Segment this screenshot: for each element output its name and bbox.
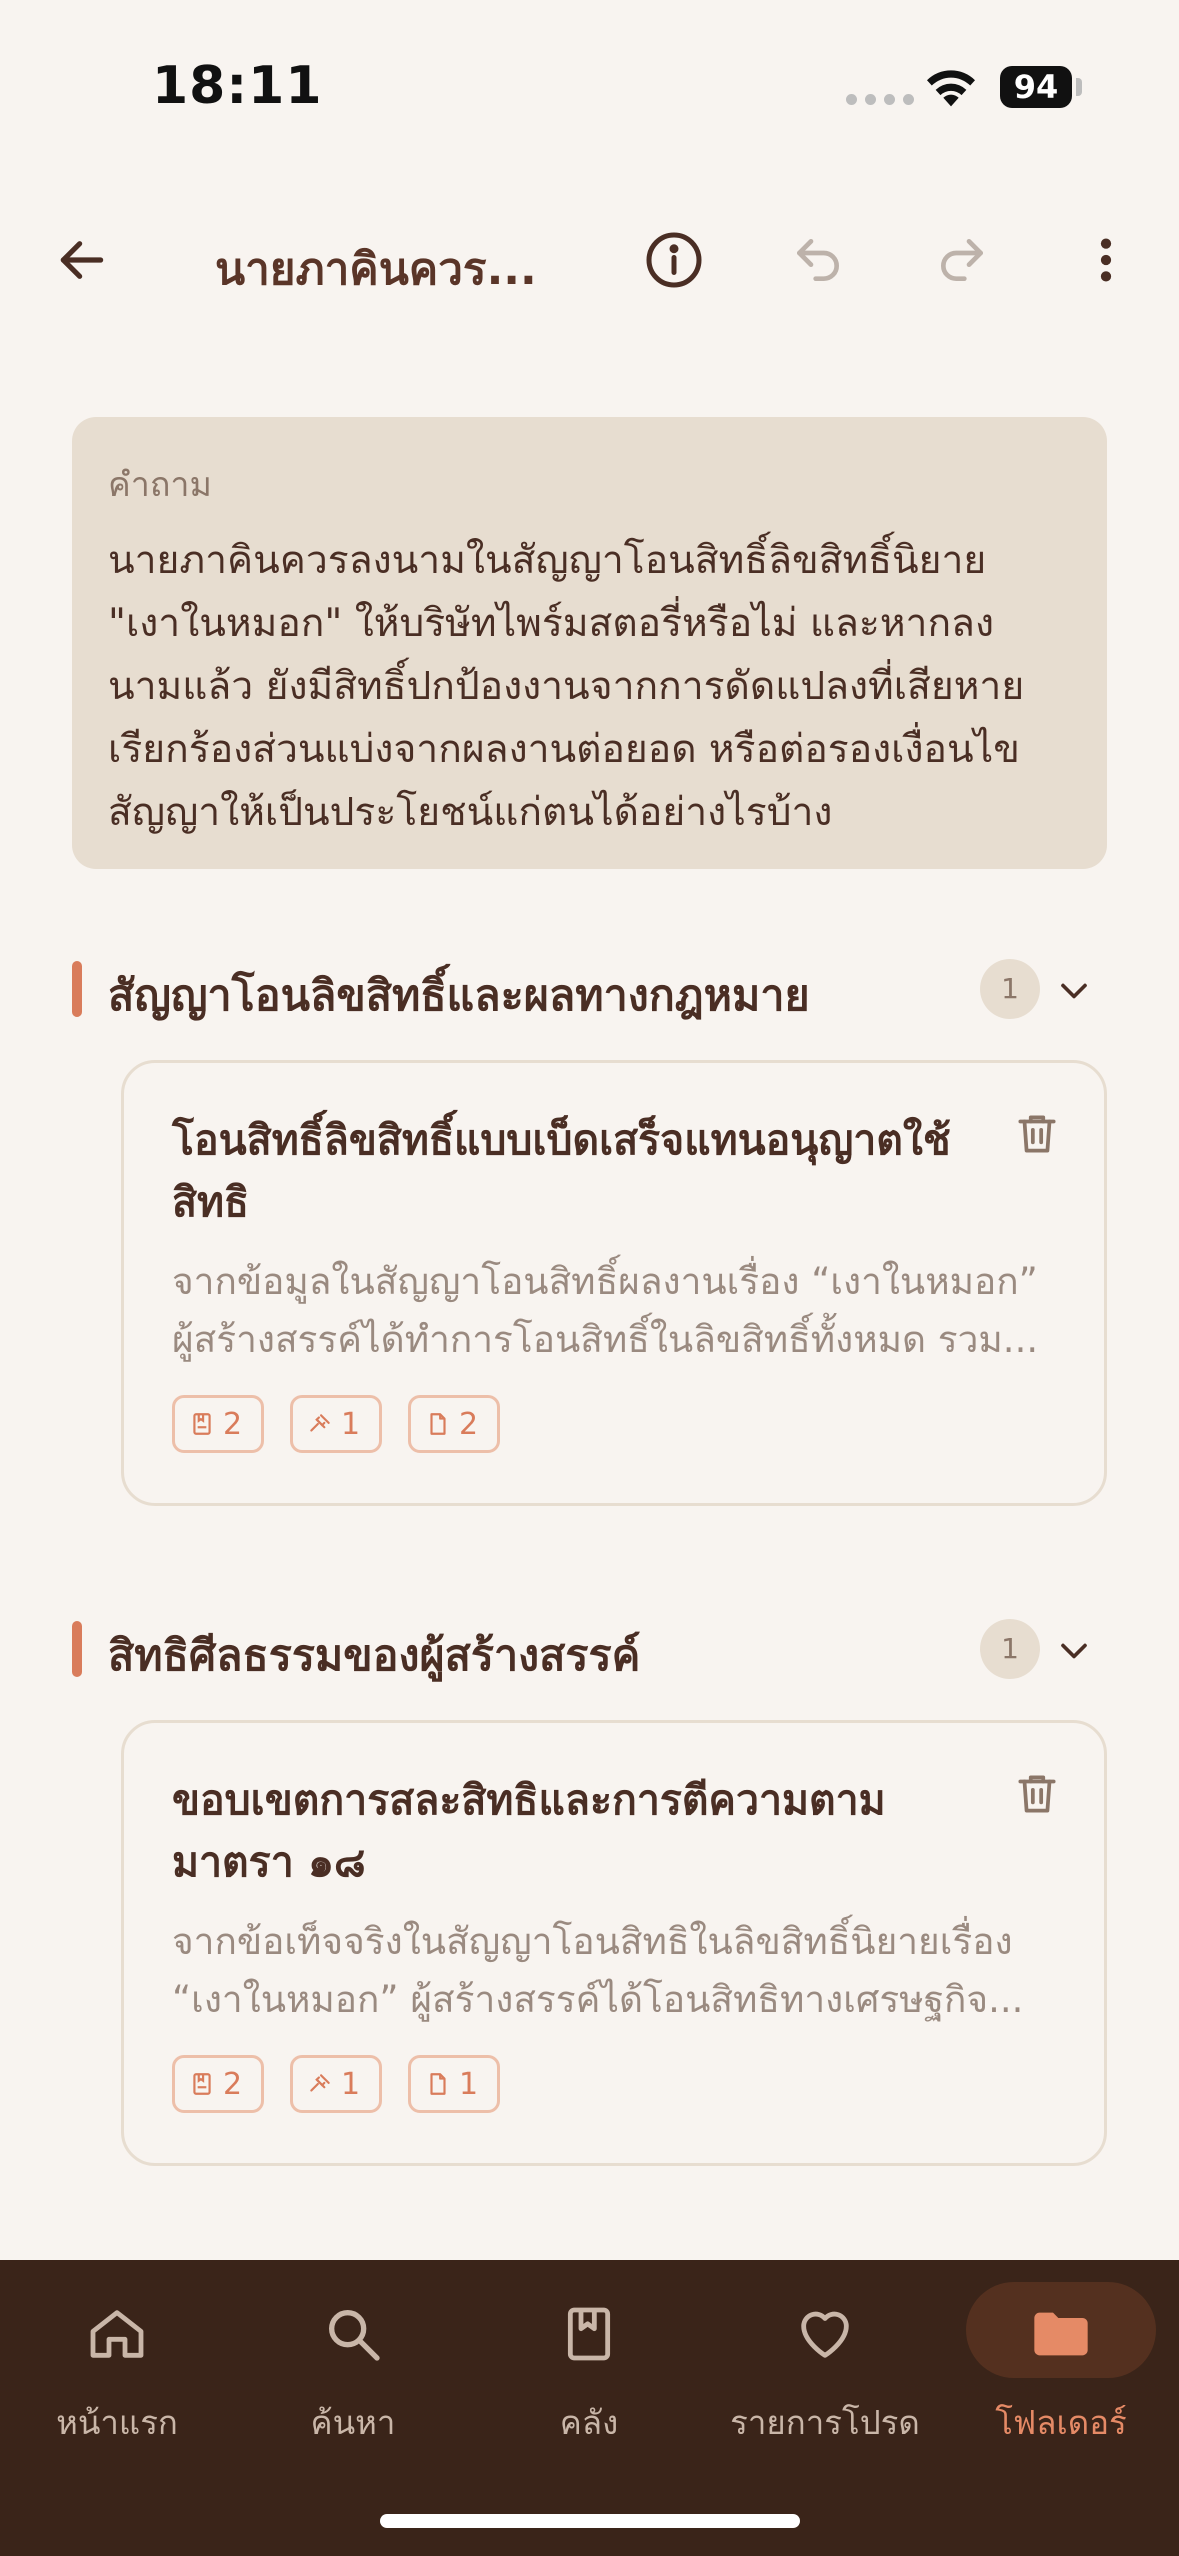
- search-icon: [329, 2310, 380, 2361]
- ruling-chip: 1: [290, 2055, 382, 2113]
- redo-icon: [941, 239, 983, 281]
- question-line: สัญญาให้เป็นประโยชน์แก่ตนได้อย่างไรบ้าง: [108, 790, 833, 835]
- chip-count: 1: [341, 1406, 361, 1442]
- question-line: เรียกร้องส่วนแบ่งจากผลงานต่อยอด หรือต่อร…: [108, 727, 1020, 772]
- gavel-icon: [310, 1414, 330, 1432]
- nav-item-library[interactable]: คลัง: [474, 2260, 704, 2460]
- status-time: 18:11: [152, 56, 323, 116]
- status-bar: 18:11 94: [0, 0, 1179, 160]
- question-line: "เงาในหมอก" ให้บริษัทไพร์มสตอรี่หรือไม่ …: [108, 601, 994, 646]
- card-title: โอนสิทธิ์ลิขสิทธิ์แบบเบ็ดเสร็จแทนอนุญาตใ…: [172, 1109, 1002, 1233]
- section-count-badge: 1: [980, 959, 1040, 1019]
- page-title: นายภาคินควร...: [215, 244, 537, 295]
- book-icon: [193, 1413, 211, 1435]
- question-line: นายภาคินควรลงนามในสัญญาโอนสิทธิ์ลิขสิทธิ…: [108, 538, 987, 583]
- gavel-icon: [310, 2074, 330, 2092]
- top-app-bar: นายภาคินควร...: [0, 200, 1179, 320]
- section-header-contract[interactable]: สัญญาโอนลิขสิทธิ์และผลทางกฎหมาย 1: [72, 955, 1107, 1025]
- nav-label: โฟลเดอร์: [995, 2403, 1127, 2442]
- card-title-line: สิทธิ: [172, 1178, 250, 1226]
- cellular-signal-icon: [846, 94, 914, 105]
- heart-icon: [801, 2311, 849, 2358]
- card-title-line: ขอบเขตการสละสิทธิและการตีความตาม: [172, 1776, 886, 1824]
- more-vertical-icon: [1100, 238, 1112, 282]
- question-text: นายภาคินควรลงนามในสัญญาโอนสิทธิ์ลิขสิทธิ…: [108, 529, 1071, 844]
- trash-icon[interactable]: [1012, 1109, 1062, 1159]
- folder-icon: [1034, 2312, 1088, 2356]
- nav-label: หน้าแรก: [56, 2403, 178, 2442]
- chip-count: 2: [223, 1406, 243, 1442]
- card-title-line: มาตรา ๑๘: [172, 1838, 366, 1886]
- document-chip: 1: [408, 2055, 500, 2113]
- info-button[interactable]: [626, 212, 722, 308]
- card-description: จากข้อเท็จจริงในสัญญาโอนสิทธิในลิขสิทธิ์…: [172, 1913, 1072, 2029]
- bottom-navigation: หน้าแรก ค้นหา คลัง รายการโปรด โฟลเดอร์: [0, 2260, 1179, 2556]
- section-title: สัญญาโอนลิขสิทธิ์และผลทางกฎหมาย: [108, 971, 810, 1021]
- chip-count: 2: [459, 1406, 479, 1442]
- undo-button[interactable]: [770, 212, 866, 308]
- law-book-chip: 2: [172, 1395, 264, 1453]
- document-icon: [430, 2073, 446, 2095]
- battery-tip: [1076, 78, 1082, 96]
- home-icon: [90, 2310, 144, 2358]
- chevron-down-icon[interactable]: [1052, 1629, 1096, 1673]
- question-card: คำถาม นายภาคินควรลงนามในสัญญาโอนสิทธิ์ลิ…: [72, 417, 1107, 869]
- section-header-moral-rights[interactable]: สิทธิศีลธรรมของผู้สร้างสรรค์ 1: [72, 1615, 1107, 1685]
- card-title: ขอบเขตการสละสิทธิและการตีความตาม มาตรา ๑…: [172, 1769, 1002, 1893]
- wifi-icon: [927, 70, 975, 107]
- nav-label: รายการโปรด: [730, 2403, 920, 2442]
- undo-icon: [797, 239, 839, 281]
- card-description-line: ผู้สร้างสรรค์ได้ทำการโอนสิทธิ์ในลิขสิทธิ…: [172, 1318, 1039, 1361]
- issue-card[interactable]: ขอบเขตการสละสิทธิและการตีความตาม มาตรา ๑…: [121, 1720, 1107, 2166]
- info-icon: [646, 232, 702, 288]
- home-indicator[interactable]: [380, 2514, 800, 2528]
- bookmark-book-icon: [567, 2307, 611, 2361]
- section-accent-bar: [72, 1621, 82, 1677]
- more-options-button[interactable]: [1058, 212, 1154, 308]
- nav-item-home[interactable]: หน้าแรก: [2, 2260, 232, 2460]
- back-button[interactable]: [34, 212, 130, 308]
- card-description-line: จากข้อมูลในสัญญาโอนสิทธิ์ผลงานเรื่อง “เง…: [172, 1260, 1038, 1303]
- trash-icon[interactable]: [1012, 1769, 1062, 1819]
- chevron-down-icon[interactable]: [1052, 969, 1096, 1013]
- arrow-left-icon: [60, 241, 104, 279]
- question-line: นามแล้ว ยังมีสิทธิ์ปกป้องงานจากการดัดแปล…: [108, 664, 1025, 709]
- section-title: สิทธิศีลธรรมของผู้สร้างสรรค์: [108, 1631, 641, 1681]
- nav-item-folders[interactable]: โฟลเดอร์: [946, 2260, 1176, 2460]
- book-icon: [193, 2073, 211, 2095]
- question-label: คำถาม: [108, 465, 212, 505]
- section-accent-bar: [72, 961, 82, 1017]
- ruling-chip: 1: [290, 1395, 382, 1453]
- card-chips: 2 1 1: [172, 2055, 500, 2113]
- battery-indicator: 94: [1000, 66, 1072, 108]
- section-count-badge: 1: [980, 1619, 1040, 1679]
- chip-count: 1: [459, 2066, 479, 2102]
- card-title-line: โอนสิทธิ์ลิขสิทธิ์แบบเบ็ดเสร็จแทนอนุญาตใ…: [172, 1116, 951, 1164]
- document-chip: 2: [408, 1395, 500, 1453]
- nav-label: ค้นหา: [310, 2403, 396, 2442]
- nav-item-search[interactable]: ค้นหา: [238, 2260, 468, 2460]
- chip-count: 1: [341, 2066, 361, 2102]
- document-icon: [430, 1413, 446, 1435]
- card-description-line: “เงาในหมอก” ผู้สร้างสรรค์ได้โอนสิทธิทางเ…: [172, 1978, 1024, 2021]
- nav-label: คลัง: [559, 2403, 619, 2442]
- redo-button[interactable]: [914, 212, 1010, 308]
- card-chips: 2 1 2: [172, 1395, 500, 1453]
- chip-count: 2: [223, 2066, 243, 2102]
- card-description-line: จากข้อเท็จจริงในสัญญาโอนสิทธิในลิขสิทธิ์…: [172, 1920, 1013, 1963]
- card-description: จากข้อมูลในสัญญาโอนสิทธิ์ผลงานเรื่อง “เง…: [172, 1253, 1072, 1369]
- law-book-chip: 2: [172, 2055, 264, 2113]
- nav-item-favorites[interactable]: รายการโปรด: [710, 2260, 940, 2460]
- issue-card[interactable]: โอนสิทธิ์ลิขสิทธิ์แบบเบ็ดเสร็จแทนอนุญาตใ…: [121, 1060, 1107, 1506]
